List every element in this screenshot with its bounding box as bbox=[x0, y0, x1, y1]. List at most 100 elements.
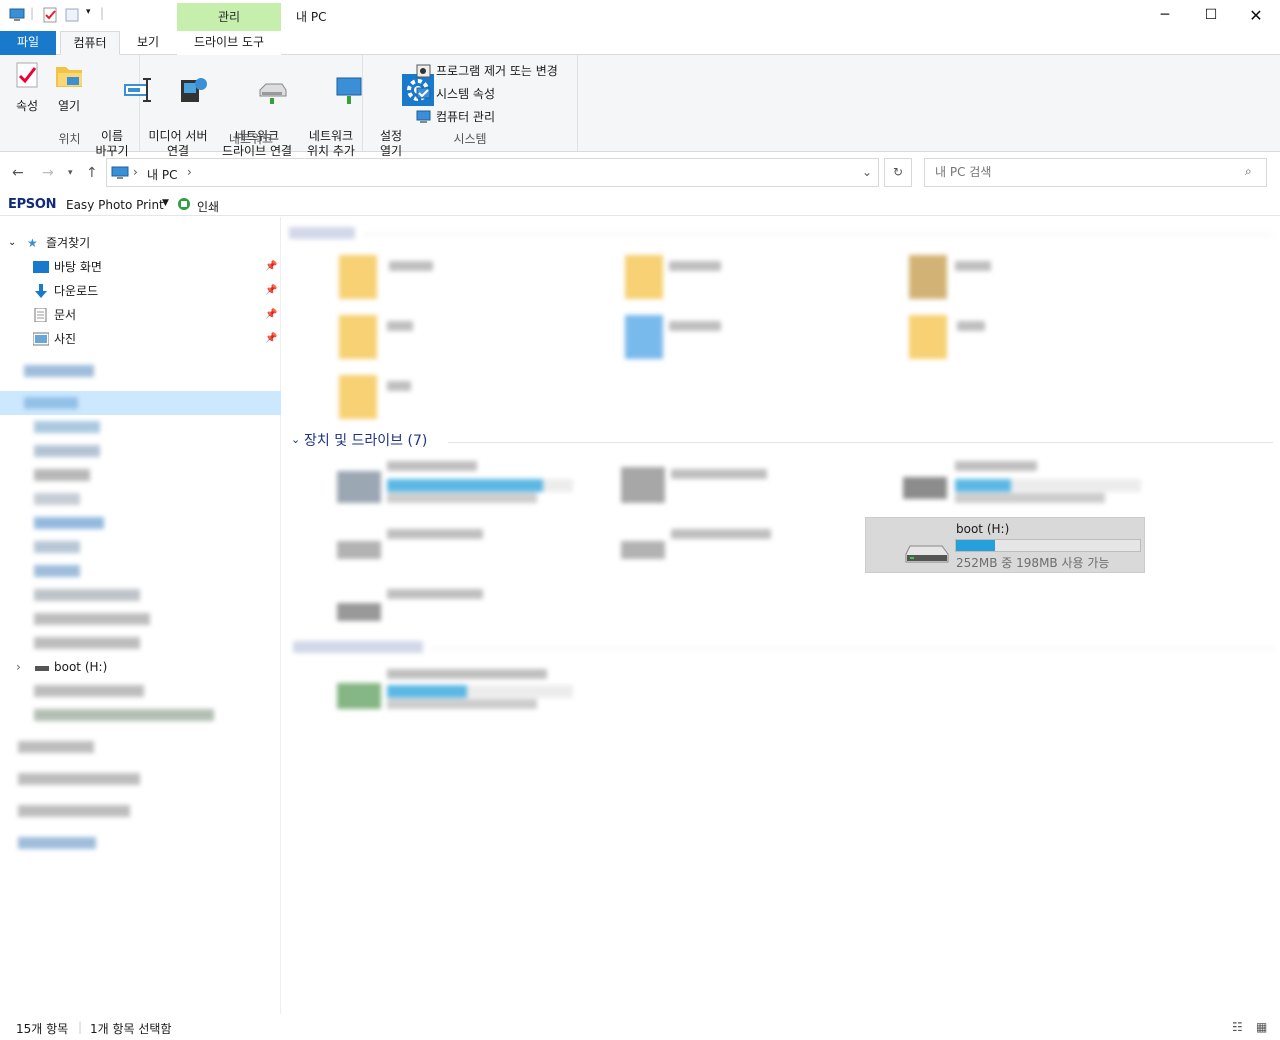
sidebar-item-obscured[interactable] bbox=[0, 463, 281, 487]
network-drive-icon bbox=[259, 83, 287, 104]
breadcrumb-item[interactable]: 내 PC bbox=[147, 166, 177, 183]
folder-item[interactable] bbox=[909, 255, 1189, 311]
sidebar-item-obscured[interactable] bbox=[0, 535, 281, 559]
sidebar-item-downloads[interactable]: 다운로드 📌 bbox=[0, 279, 281, 303]
sidebar-item-obscured[interactable] bbox=[0, 703, 281, 727]
minimize-button[interactable]: ─ bbox=[1142, 0, 1188, 31]
sidebar-item-this-pc[interactable] bbox=[0, 391, 281, 415]
sidebar-item-desktop[interactable]: 바탕 화면 📌 bbox=[0, 255, 281, 279]
chevron-right-icon[interactable]: › bbox=[16, 655, 21, 679]
chevron-down-icon[interactable]: ⌄ bbox=[291, 433, 300, 446]
drive-item[interactable] bbox=[903, 457, 1183, 513]
up-arrow-icon[interactable]: ↑ bbox=[86, 165, 98, 181]
drive-usage-bar bbox=[955, 539, 1141, 552]
large-icons-view-icon[interactable]: ▦ bbox=[1256, 1020, 1267, 1034]
sidebar-item-obscured[interactable] bbox=[0, 359, 281, 383]
search-input[interactable] bbox=[935, 165, 1235, 179]
quick-access-dropdown-icon[interactable]: ▾ bbox=[86, 7, 91, 17]
pin-icon[interactable]: 📌 bbox=[265, 279, 277, 303]
sidebar-item-obscured[interactable] bbox=[0, 735, 281, 759]
breadcrumb-chevron-icon[interactable]: › bbox=[187, 165, 192, 179]
manage-context-tab[interactable]: 관리 bbox=[177, 3, 281, 31]
refresh-button[interactable]: ↻ bbox=[884, 158, 912, 187]
epson-app-menu[interactable]: Easy Photo Print bbox=[66, 198, 164, 212]
uninstall-program-label: 프로그램 제거 또는 변경 bbox=[436, 64, 558, 78]
network-drive-item[interactable] bbox=[337, 665, 617, 721]
address-bar[interactable]: › 내 PC › ⌄ bbox=[106, 158, 879, 187]
properties-button[interactable]: 속성 bbox=[8, 59, 46, 114]
search-box[interactable]: ⌕ bbox=[924, 158, 1267, 187]
recent-locations-icon[interactable]: ▾ bbox=[68, 168, 73, 178]
sidebar-item-obscured[interactable] bbox=[0, 415, 281, 439]
computer-management-button[interactable]: 컴퓨터 관리 bbox=[416, 107, 495, 127]
forward-arrow-icon[interactable]: → bbox=[42, 165, 54, 181]
address-dropdown-icon[interactable]: ⌄ bbox=[862, 165, 872, 179]
sidebar-item-obscured[interactable] bbox=[0, 559, 281, 583]
section-divider bbox=[448, 442, 1273, 443]
separator: | bbox=[30, 6, 35, 20]
drive-item-boot[interactable]: boot (H:) 252MB 중 198MB 사용 가능 bbox=[865, 517, 1145, 573]
tab-view[interactable]: 보기 bbox=[120, 31, 176, 55]
pin-icon[interactable]: 📌 bbox=[265, 303, 277, 327]
maximize-button[interactable]: ☐ bbox=[1188, 0, 1234, 31]
folder-item[interactable] bbox=[339, 255, 619, 311]
open-label: 열기 bbox=[57, 99, 81, 113]
epson-logo: EPSON bbox=[8, 197, 57, 212]
system-properties-icon bbox=[416, 87, 431, 99]
sidebar-item-obscured[interactable] bbox=[0, 439, 281, 463]
folder-item[interactable] bbox=[625, 255, 905, 311]
sidebar-item-boot-drive[interactable]: › boot (H:) bbox=[0, 655, 281, 679]
open-button[interactable]: 열기 bbox=[50, 59, 88, 114]
details-view-icon[interactable]: ☷ bbox=[1232, 1020, 1243, 1034]
folder-item[interactable] bbox=[339, 315, 619, 371]
pc-icon bbox=[9, 8, 25, 21]
sidebar-item-obscured[interactable] bbox=[0, 679, 281, 703]
chevron-down-icon[interactable]: ⌄ bbox=[8, 231, 16, 255]
sidebar-item-pictures[interactable]: 사진 📌 bbox=[0, 327, 281, 351]
drive-item[interactable] bbox=[621, 523, 901, 579]
drive-item[interactable] bbox=[337, 583, 617, 639]
sidebar-item-obscured[interactable] bbox=[0, 511, 281, 535]
folder-item[interactable] bbox=[339, 375, 619, 431]
ribbon: 속성 열기 이름 바꾸기 위치 미디어 서버 연결 네트워크 드라이브 연결 네… bbox=[0, 55, 1280, 158]
sidebar-item-obscured[interactable] bbox=[0, 799, 281, 823]
sidebar-item-obscured[interactable] bbox=[0, 767, 281, 791]
close-button[interactable]: ✕ bbox=[1233, 0, 1279, 31]
sidebar-item-obscured[interactable] bbox=[0, 583, 281, 607]
sidebar-item-obscured[interactable] bbox=[0, 831, 281, 855]
epson-dropdown-icon[interactable]: ▼ bbox=[162, 198, 169, 208]
drive-free-space: 252MB 중 198MB 사용 가능 bbox=[956, 556, 1110, 570]
sidebar-item-favorites[interactable]: ⌄ ★ 즐겨찾기 bbox=[0, 231, 281, 255]
selection-count: 1개 항목 선택함 bbox=[90, 1022, 172, 1036]
drive-item[interactable] bbox=[621, 457, 901, 513]
system-properties-button[interactable]: 시스템 속성 bbox=[416, 84, 495, 104]
sidebar-item-obscured[interactable] bbox=[0, 487, 281, 511]
media-server-icon bbox=[181, 78, 208, 102]
search-icon[interactable]: ⌕ bbox=[1245, 164, 1252, 179]
pin-icon[interactable]: 📌 bbox=[265, 255, 277, 279]
network-group-label: 네트워크 bbox=[228, 132, 274, 146]
sidebar-item-documents[interactable]: 문서 📌 bbox=[0, 303, 281, 327]
pin-icon[interactable]: 📌 bbox=[265, 327, 277, 351]
system-properties-label: 시스템 속성 bbox=[436, 87, 496, 101]
tab-file[interactable]: 파일 bbox=[0, 31, 56, 55]
folder-item[interactable] bbox=[625, 315, 905, 371]
properties-quick-icon[interactable] bbox=[42, 7, 58, 23]
sidebar-item-obscured[interactable] bbox=[0, 631, 281, 655]
new-folder-quick-icon[interactable] bbox=[64, 7, 80, 23]
separator: | bbox=[78, 1020, 83, 1034]
sidebar-item-obscured[interactable] bbox=[0, 607, 281, 631]
item-count: 15개 항목 bbox=[16, 1022, 69, 1036]
devices-section-header[interactable]: 장치 및 드라이브 (7) bbox=[304, 431, 427, 451]
tab-computer[interactable]: 컴퓨터 bbox=[60, 31, 120, 55]
drive-item[interactable] bbox=[337, 523, 617, 579]
print-label[interactable]: 인쇄 bbox=[197, 198, 219, 215]
drive-item[interactable] bbox=[337, 457, 617, 513]
breadcrumb-chevron-icon[interactable]: › bbox=[133, 165, 138, 179]
print-icon[interactable] bbox=[177, 197, 191, 211]
tab-drive-tools[interactable]: 드라이브 도구 bbox=[177, 31, 281, 55]
back-arrow-icon[interactable]: ← bbox=[12, 165, 24, 181]
folder-item[interactable] bbox=[909, 315, 1189, 371]
uninstall-program-button[interactable]: 프로그램 제거 또는 변경 bbox=[416, 61, 558, 81]
properties-label: 속성 bbox=[15, 99, 39, 113]
